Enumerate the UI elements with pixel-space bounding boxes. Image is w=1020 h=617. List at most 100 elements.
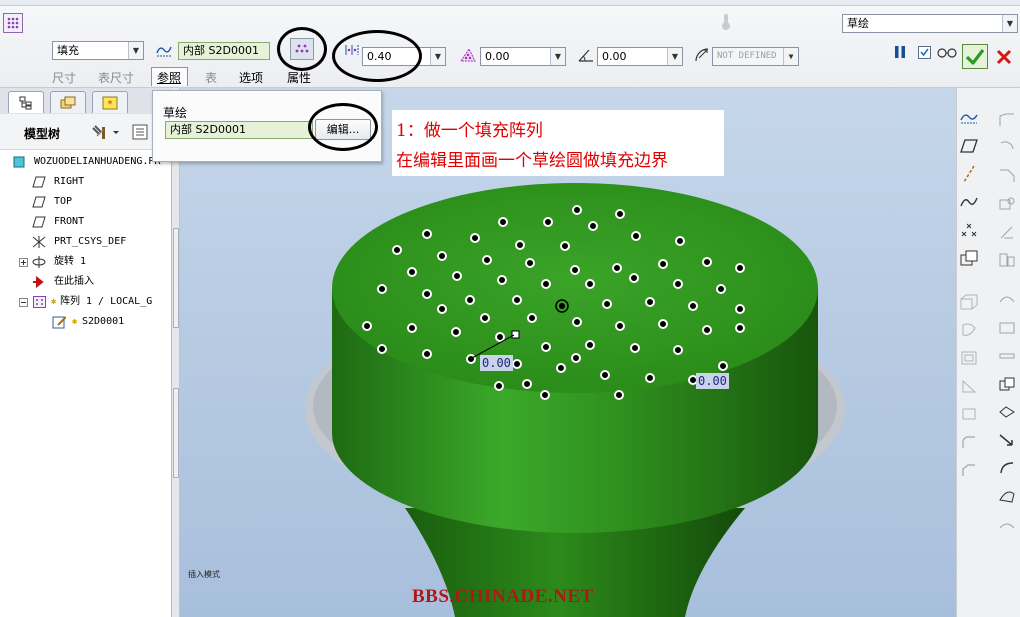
tree-item-revolve[interactable]: 旋转 1 [16,252,86,272]
mirror-tool-icon[interactable] [997,194,1017,214]
scale-tool-icon[interactable] [997,402,1017,422]
model-tree-title: 模型树 [24,127,61,141]
border-value: 0.00 [485,50,510,63]
radius-input[interactable]: NOT DEFINED ▼ [712,47,799,66]
highlight-circle [277,27,327,71]
tree-item-label: PRT_CSYS_DEF [54,236,127,247]
move-tool-icon[interactable] [997,430,1017,450]
axis-tool-icon[interactable] [959,164,979,184]
panel-splitter[interactable] [172,88,180,617]
tab-table[interactable]: 表 [205,69,217,86]
csys-icon [32,236,46,248]
pattern-tool-icon[interactable] [997,166,1017,186]
angle-input[interactable]: 0.00 ▼ [597,47,683,66]
pattern-origin-dot [559,303,565,309]
pattern-icon [32,296,46,308]
expand-plus-icon[interactable] [16,256,30,268]
draft-tool-icon[interactable] [959,404,979,424]
folder-browser-tab[interactable] [50,91,86,113]
rotation-angle-icon [576,46,596,64]
csys-tool-icon[interactable] [959,248,979,268]
border-input[interactable]: 0.00 ▼ [480,47,566,66]
accept-check-icon[interactable] [962,44,988,69]
sketch-curve-icon[interactable] [155,41,173,59]
curve-tool-icon[interactable] [959,192,979,212]
freeform-tool-icon[interactable] [997,514,1017,534]
sketch-ref-value: 内部 S2D0001 [183,44,259,57]
checkbox-preview-icon[interactable] [916,44,932,60]
splitter-grip[interactable] [173,228,179,328]
sketch-collector[interactable]: 内部 S2D0001 [165,121,313,139]
thicken-tool-icon[interactable] [997,318,1017,338]
tab-properties[interactable]: 属性 [287,69,311,86]
tree-settings-icon[interactable] [90,123,122,141]
tree-item-csys[interactable]: PRT_CSYS_DEF [32,232,126,252]
border-distance-icon [458,46,478,64]
tab-references[interactable]: 参照 [157,69,181,86]
chevron-down-icon: ▼ [550,48,565,65]
model-tree: WOZUODELIANHUADENG.PR RIGHT TOP FRONT PR… [0,150,172,350]
dimension-label[interactable]: 0.00 [696,373,729,389]
sketch-tool-icon[interactable] [959,108,979,128]
filter-select[interactable]: 草绘 ▼ [842,14,1018,33]
model-tree-toolbar: 模型树 [0,114,172,150]
point-tool-icon[interactable] [959,220,979,240]
insert-star-icon: ✱ [72,317,78,327]
pause-icon[interactable] [892,42,908,62]
sketch-icon [52,316,66,329]
tab-table-dimensions[interactable]: 表尺寸 [98,69,134,86]
solidify-tool-icon[interactable] [997,346,1017,366]
feature-toolbar [956,88,1020,617]
trim-tool-icon[interactable] [997,222,1017,242]
chamfer-tool-icon[interactable] [959,460,979,480]
tree-show-icon[interactable] [130,123,150,141]
highlight-circle [308,103,378,151]
tree-item-sketch[interactable]: ✱ S2D0001 [52,312,124,332]
cancel-x-icon[interactable] [993,46,1015,68]
annotation-line-1: 1：做一个填充阵列 [396,121,543,141]
pattern-feature-icon [3,13,23,33]
plane-tool-icon[interactable] [959,136,979,156]
pattern-dashboard: 填充 ▼ 内部 S2D0001 0.40 ▼ 0.00 ▼ 0.00 ▼ NOT… [0,6,1020,88]
model-tree-tab[interactable] [8,91,44,113]
glasses-icon[interactable] [936,44,958,60]
favorites-tab[interactable]: * [92,91,128,113]
hole-tool-icon[interactable] [997,138,1017,158]
rib-tool-icon[interactable] [959,376,979,396]
copy-tool-icon[interactable] [997,374,1017,394]
radius-value: NOT DEFINED [717,51,777,61]
insert-mode-label: 插入模式 [188,570,220,579]
dimension-label[interactable]: 0.00 [480,355,513,371]
revolve-tool-icon[interactable] [959,320,979,340]
chevron-down-icon: ▼ [667,48,682,65]
pattern-type-select[interactable]: 填充 ▼ [52,41,144,60]
svg-text:*: * [108,99,113,110]
revolve-icon [32,256,46,268]
shell-tool-icon[interactable] [959,348,979,368]
highlight-circle [332,30,422,82]
radius-icon [693,46,711,64]
warp-tool-icon[interactable] [997,458,1017,478]
chevron-down-icon: ▼ [1002,15,1017,32]
extrude-tool-icon[interactable] [959,292,979,312]
sketch-edit-icon[interactable] [997,110,1017,130]
round-tool-icon[interactable] [959,432,979,452]
sketch-label: 草绘 [163,106,188,120]
tree-item-right[interactable]: RIGHT [32,172,84,192]
tree-item-pattern[interactable]: ✱ 阵列 1 / LOCAL_G [16,292,152,312]
filter-value: 草绘 [847,17,869,30]
offset-tool-icon[interactable] [997,290,1017,310]
navigator-tabs: * [0,88,172,114]
tab-options[interactable]: 选项 [239,69,263,86]
tree-item-front[interactable]: FRONT [32,212,84,232]
tree-item-insert-here[interactable]: 在此插入 [32,272,94,292]
merge-tool-icon[interactable] [997,250,1017,270]
splitter-grip[interactable] [173,388,179,478]
style-tool-icon[interactable] [997,486,1017,506]
tree-item-top[interactable]: TOP [32,192,72,212]
collapse-minus-icon[interactable] [16,296,30,308]
sketch-ref-field[interactable]: 内部 S2D0001 [178,42,270,60]
tree-item-part[interactable]: WOZUODELIANHUADENG.PR [12,152,160,172]
tab-dimensions[interactable]: 尺寸 [52,69,76,86]
drag-handle[interactable] [511,330,520,339]
